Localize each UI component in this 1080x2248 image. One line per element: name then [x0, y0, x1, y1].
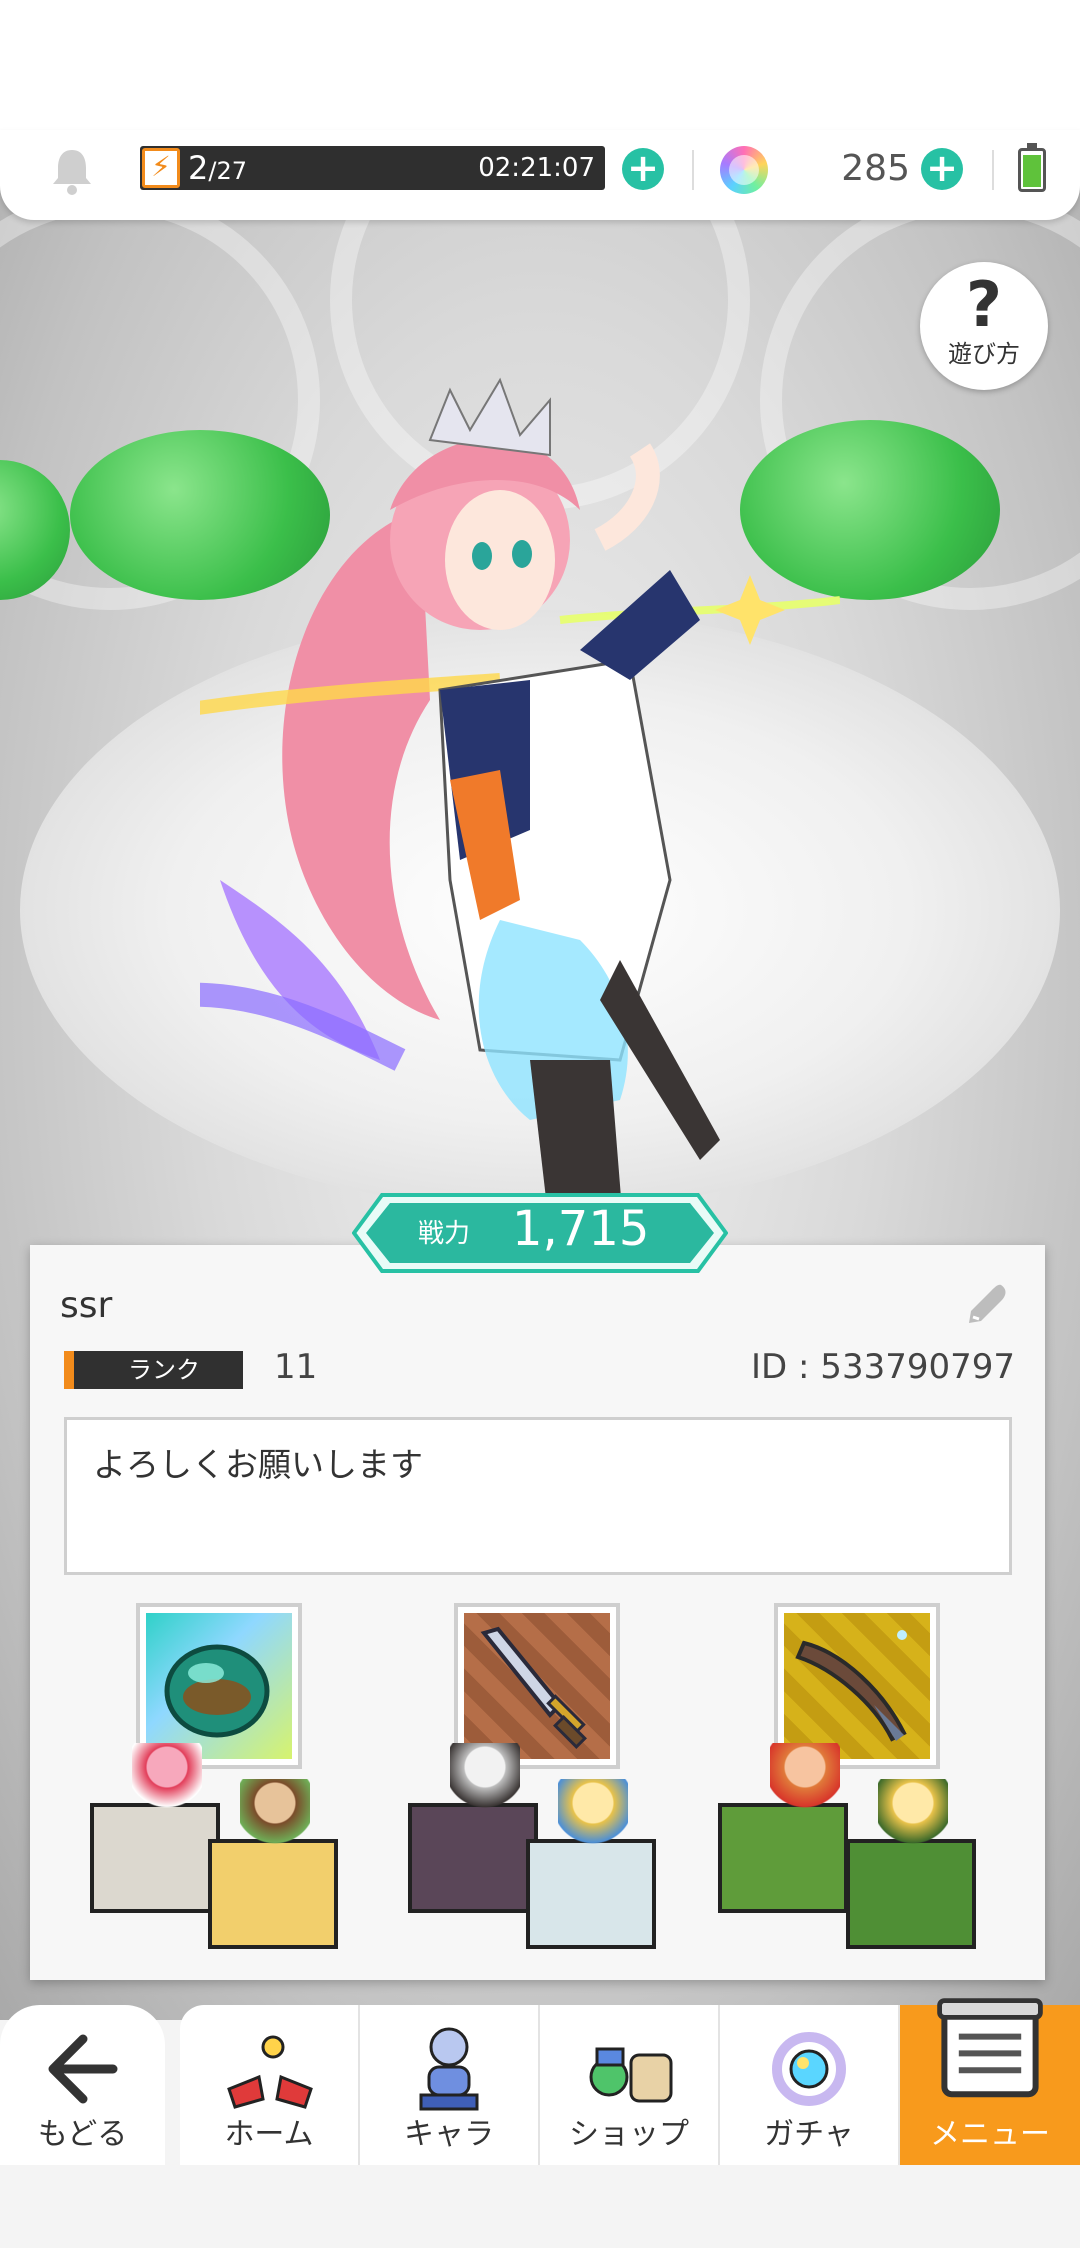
rank-value: 11 — [274, 1347, 318, 1387]
party-slot-3[interactable] — [718, 1603, 988, 1953]
help-button[interactable]: ? 遊び方 — [920, 262, 1048, 390]
orb-icon — [164, 1644, 270, 1738]
gacha-orb-icon — [772, 2032, 846, 2106]
add-gems-button[interactable]: + — [921, 148, 963, 190]
chara-label: キャラ — [404, 2117, 494, 2152]
profile-card: ssr ランク 11 ID : 533790797 よろしくお願いします — [30, 1245, 1045, 1980]
character-sprite — [450, 1743, 520, 1823]
stamina-bolt-icon: ⚡ — [142, 148, 180, 188]
profile-comment: よろしくお願いします — [93, 1445, 423, 1484]
divider — [692, 150, 694, 190]
power-value: 1,715 — [512, 1201, 650, 1257]
status-bar — [0, 0, 1080, 130]
menu-list-icon — [937, 1998, 1043, 2098]
character-sprite — [878, 1779, 948, 1859]
character-sprite — [558, 1779, 628, 1859]
profile-comment-box[interactable]: よろしくお願いします — [64, 1417, 1012, 1575]
bottom-strip — [0, 2160, 1080, 2248]
nav-tab-home[interactable]: ホーム — [180, 2005, 360, 2165]
rank-badge: ランク — [64, 1351, 255, 1389]
nav-tab-chara[interactable]: キャラ — [360, 2005, 540, 2165]
stamina-count: 2/27 — [188, 149, 247, 187]
resource-header: ⚡ 2/27 02:21:07 + 285 + — [0, 130, 1080, 220]
battle-power-banner: 戦力 1,715 — [352, 1193, 728, 1273]
nav-tab-shop[interactable]: ショップ — [540, 2005, 720, 2165]
back-label: もどる — [37, 2117, 128, 2152]
menu-label: メニュー — [930, 2117, 1050, 2152]
gem-count: 285 — [841, 148, 910, 189]
notification-bell-icon[interactable] — [50, 146, 94, 196]
stamina-timer: 02:21:07 — [478, 153, 595, 183]
divider — [992, 150, 994, 190]
nav-tab-gacha[interactable]: ガチャ — [720, 2005, 900, 2165]
edit-pen-icon[interactable] — [961, 1279, 1011, 1329]
rank-label: ランク — [128, 1356, 200, 1384]
character-icon — [419, 2027, 479, 2111]
back-arrow-icon — [48, 2034, 117, 2104]
gem-icon — [720, 146, 768, 194]
character-sprite — [770, 1743, 840, 1823]
shop-bag-icon — [589, 2047, 673, 2103]
home-icon — [227, 2035, 313, 2109]
nav-tab-menu[interactable]: メニュー — [900, 1998, 1080, 2165]
player-id: ID : 533790797 — [751, 1347, 1015, 1387]
shop-label: ショップ — [569, 2117, 689, 2152]
character-sprite — [132, 1743, 202, 1823]
battery-icon — [1018, 143, 1046, 192]
party-slot-2[interactable] — [408, 1603, 668, 1953]
back-button[interactable]: もどる — [0, 2005, 165, 2165]
sword-icon — [480, 1626, 587, 1749]
gacha-label: ガチャ — [764, 2117, 854, 2152]
home-label: ホーム — [224, 2117, 314, 2152]
character-sprite — [240, 1779, 310, 1859]
power-label: 戦力 — [418, 1219, 471, 1249]
stamina-bar: ⚡ 2/27 02:21:07 — [140, 146, 605, 190]
player-name: ssr — [60, 1285, 113, 1326]
question-mark-icon: ? — [966, 268, 1002, 341]
quill-dagger-icon — [795, 1630, 907, 1742]
party-slot-1[interactable] — [90, 1603, 350, 1953]
help-label: 遊び方 — [948, 340, 1020, 368]
bottom-navigation: もどる ホーム キャラ ショップ ガチャ メニュー — [0, 1998, 1080, 2165]
add-stamina-button[interactable]: + — [622, 148, 664, 190]
